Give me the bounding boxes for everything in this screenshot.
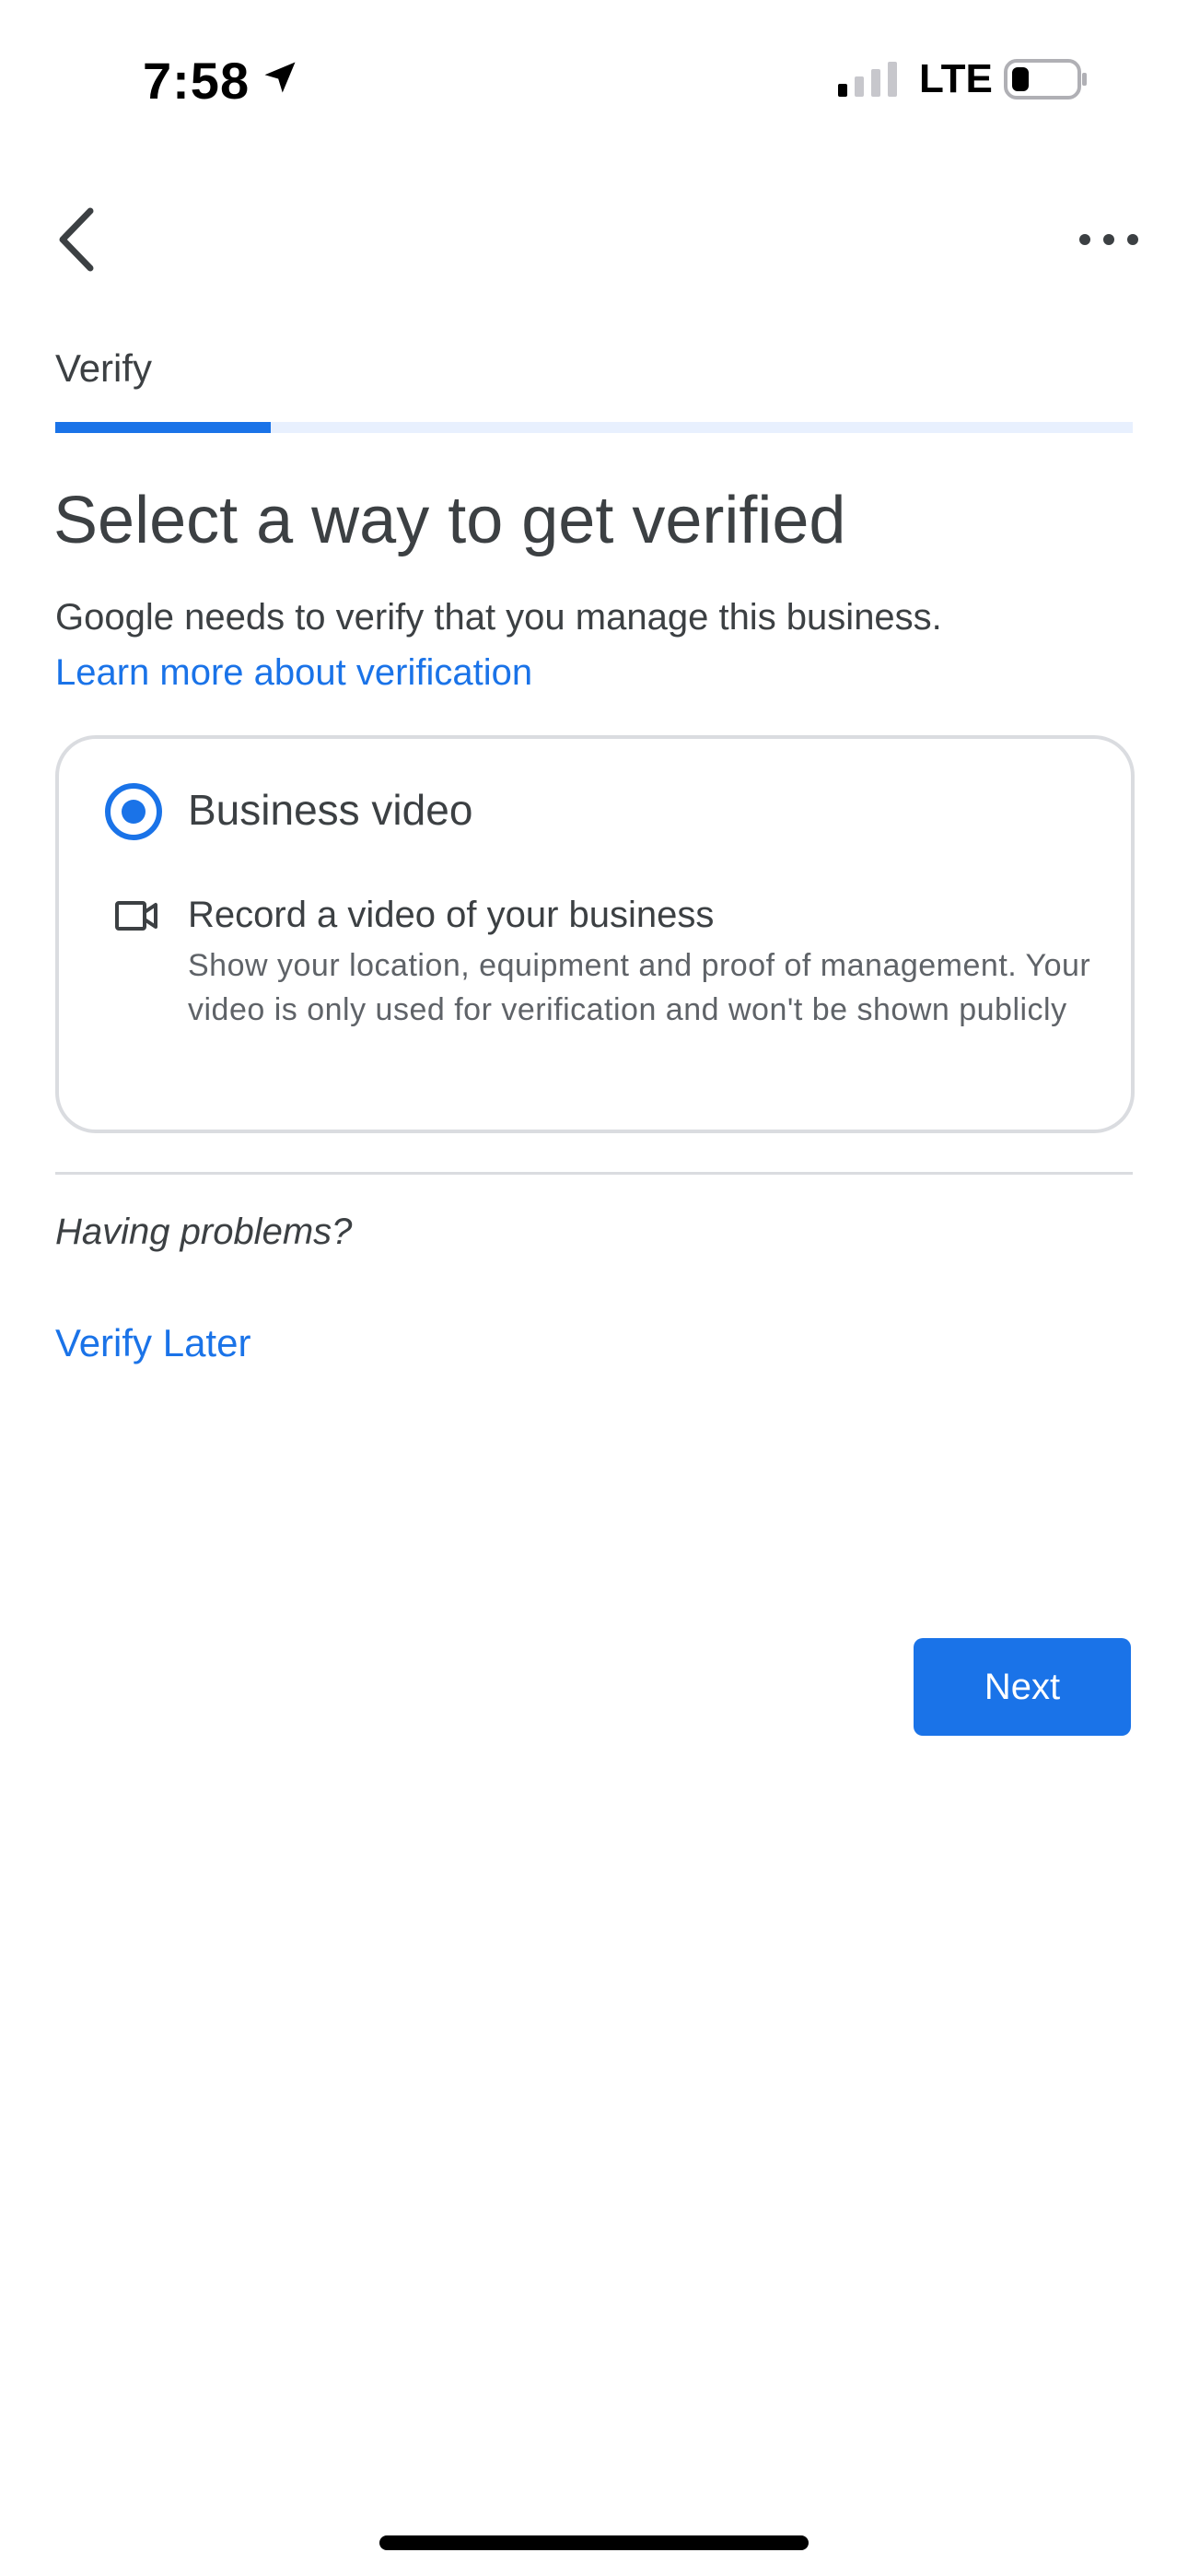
next-button[interactable]: Next	[914, 1638, 1131, 1736]
description-text: Google needs to verify that you manage t…	[55, 597, 942, 638]
more-horizontal-icon[interactable]	[1076, 221, 1142, 258]
network-label: LTE	[919, 56, 993, 101]
verify-later-link[interactable]: Verify Later	[55, 1316, 250, 1371]
home-indicator	[379, 2535, 809, 2550]
chevron-left-icon[interactable]	[46, 198, 111, 281]
having-problems-text: Having problems?	[55, 1212, 353, 1252]
radio-dot	[122, 800, 146, 824]
status-time: 7:58	[143, 52, 250, 110]
status-bar: 7:58 LTE	[0, 0, 1188, 157]
progress-bar	[55, 422, 1133, 433]
progress-fill	[55, 422, 271, 433]
radio-selected-icon[interactable]	[105, 783, 162, 840]
page-title: Select a way to get verified	[53, 484, 846, 557]
business-video-option-card[interactable]: Business video Record a video of your bu…	[55, 735, 1135, 1133]
option-detail: Show your location, equipment and proof …	[188, 948, 1091, 1027]
option-subtitle: Record a video of your business	[188, 895, 715, 935]
video-camera-icon	[115, 901, 157, 931]
option-title: Business video	[188, 786, 473, 834]
learn-more-link[interactable]: Learn more about verification	[55, 645, 532, 700]
location-arrow-icon	[264, 62, 296, 93]
divider	[55, 1172, 1133, 1175]
step-label: Verify	[55, 346, 153, 390]
cellular-signal-icon	[838, 62, 897, 97]
battery-icon	[1004, 59, 1087, 100]
